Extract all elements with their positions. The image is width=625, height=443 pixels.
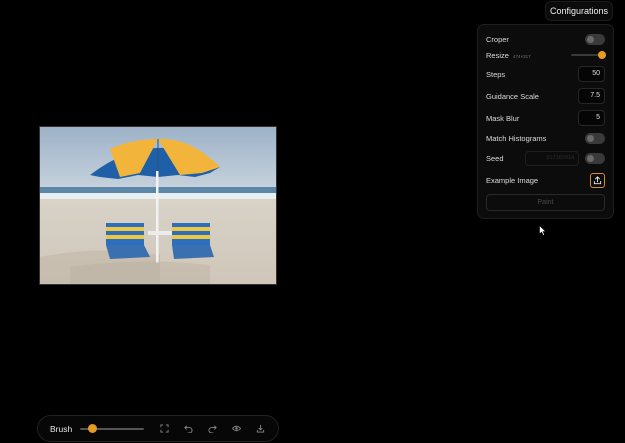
resize-slider-thumb[interactable] <box>598 51 606 59</box>
seed-input[interactable]: 917182814 <box>525 150 579 166</box>
configurations-button[interactable]: Configurations <box>545 1 613 21</box>
fullscreen-icon[interactable] <box>158 423 170 435</box>
paint-button[interactable]: Paint <box>486 194 605 211</box>
guidance-row: Guidance Scale 7.5 <box>486 88 605 104</box>
mask-blur-row: Mask Blur 5 <box>486 110 605 126</box>
editor-image[interactable] <box>39 126 277 285</box>
croper-toggle[interactable] <box>585 33 605 45</box>
resize-label: Resize <box>486 50 509 60</box>
mask-blur-input[interactable]: 5 <box>578 110 605 126</box>
mask-blur-label: Mask Blur <box>486 113 520 123</box>
upload-icon <box>593 175 602 184</box>
seed-toggle[interactable] <box>585 152 605 164</box>
brush-size-slider[interactable] <box>80 424 144 433</box>
eye-icon[interactable] <box>230 423 242 435</box>
steps-input[interactable]: 50 <box>578 66 605 82</box>
tool-label: Brush <box>50 423 73 434</box>
example-image-row: Example Image <box>486 172 605 188</box>
example-image-label: Example Image <box>486 175 539 185</box>
bottom-toolbar: Brush <box>37 415 279 442</box>
seed-row: Seed 917182814 <box>486 150 605 166</box>
match-histograms-toggle[interactable] <box>585 132 605 144</box>
brush-size-thumb[interactable] <box>88 424 97 433</box>
match-histograms-row: Match Histograms <box>486 130 605 146</box>
croper-row: Croper <box>486 31 605 47</box>
configurations-panel: Croper Resize 474×317 Steps 50 Guidance … <box>477 24 614 219</box>
croper-label: Croper <box>486 34 509 44</box>
steps-row: Steps 50 <box>486 66 605 82</box>
upload-button[interactable] <box>590 172 605 188</box>
download-icon[interactable] <box>254 423 266 435</box>
match-histograms-label: Match Histograms <box>486 133 547 143</box>
beach-umbrella-image <box>40 127 276 284</box>
resize-size-text: 474×317 <box>512 53 531 59</box>
resize-row: Resize 474×317 <box>486 47 606 63</box>
guidance-input[interactable]: 7.5 <box>578 88 605 104</box>
steps-label: Steps <box>486 69 506 79</box>
undo-icon[interactable] <box>182 423 194 435</box>
resize-slider[interactable] <box>571 51 606 59</box>
guidance-label: Guidance Scale <box>486 91 539 101</box>
seed-label: Seed <box>486 153 504 163</box>
redo-icon[interactable] <box>206 423 218 435</box>
mouse-cursor <box>539 223 547 241</box>
